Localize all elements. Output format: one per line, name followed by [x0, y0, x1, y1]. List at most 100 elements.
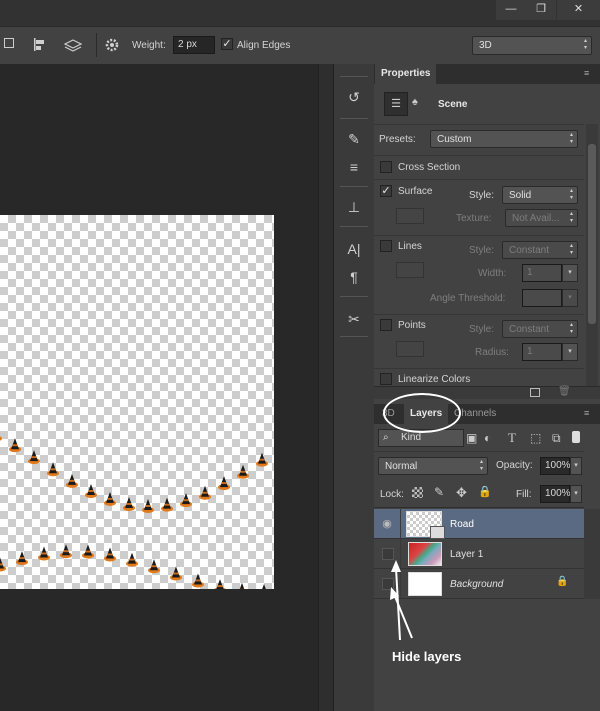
document-scrollbar[interactable]: [318, 64, 333, 711]
traffic-cone: [256, 452, 268, 467]
weight-input[interactable]: 2 px: [173, 36, 215, 54]
filter-smart-object-icon[interactable]: ⧉: [552, 431, 561, 446]
properties-scrollbar[interactable]: [586, 124, 598, 386]
tab-properties[interactable]: Properties: [375, 64, 437, 84]
traffic-cone: [38, 546, 50, 561]
lock-all-icon[interactable]: 🔒: [478, 485, 492, 498]
traffic-cone: [218, 476, 230, 491]
close-icon: ✕: [573, 3, 584, 15]
traffic-cone: [104, 491, 116, 506]
cross-section-checkbox[interactable]: [380, 161, 392, 173]
smart-object-icon: [430, 526, 445, 539]
align-edges-checkbox[interactable]: ✓: [221, 38, 233, 50]
texture-label: Texture:: [456, 213, 492, 224]
layers-scrollbar[interactable]: [584, 509, 600, 599]
traffic-cone: [104, 547, 116, 562]
lock-position-icon[interactable]: ✥: [456, 485, 467, 501]
traffic-cone: [161, 497, 173, 512]
layer-name[interactable]: Background: [450, 579, 503, 590]
path-operations-icon[interactable]: [4, 38, 14, 48]
divider: [374, 178, 584, 180]
surface-color-swatch[interactable]: [396, 208, 424, 224]
traffic-cone: [148, 559, 160, 574]
scrollbar-thumb[interactable]: [588, 144, 596, 324]
points-style-select: Constant: [502, 320, 578, 338]
scene-icon[interactable]: ☰: [384, 92, 408, 116]
lines-style-select: Constant: [502, 241, 578, 259]
radius-dropdown-icon: ▾: [562, 343, 578, 361]
fill-label: Fill:: [516, 489, 532, 500]
opacity-input[interactable]: 100%: [540, 457, 571, 475]
filter-type-icon[interactable]: T: [508, 430, 516, 446]
lines-style-label: Style:: [469, 245, 495, 256]
traffic-cone: [85, 483, 97, 498]
restore-button[interactable]: ❐: [526, 0, 556, 20]
paragraph-icon[interactable]: ¶: [342, 266, 366, 288]
traffic-cone: [237, 464, 249, 479]
strip-divider: [340, 118, 368, 119]
tools-icon[interactable]: ✂: [342, 308, 366, 330]
surface-label: Surface: [398, 186, 433, 197]
align-edges-label: Align Edges: [237, 40, 291, 51]
traffic-cone: [262, 583, 266, 589]
panel-menu-icon[interactable]: ≡: [584, 68, 589, 78]
properties-panel: Properties ≡ ☰ ♠ Scene Presets: Custom C…: [374, 64, 600, 400]
path-alignment-icon[interactable]: [32, 37, 50, 53]
brush-presets-icon[interactable]: ✎: [342, 128, 366, 150]
lock-transparent-icon[interactable]: [412, 487, 423, 498]
points-checkbox[interactable]: [380, 319, 392, 331]
layer-row-road[interactable]: ◉ Road: [374, 509, 584, 539]
filter-shape-icon[interactable]: ⬚: [530, 431, 541, 445]
texture-select: Not Avail...: [505, 209, 578, 227]
divider: [374, 451, 584, 452]
traffic-cone: [239, 582, 245, 589]
points-radius-input: 1: [522, 343, 562, 361]
minimize-button[interactable]: —: [496, 0, 526, 20]
fill-input[interactable]: 100%: [540, 485, 571, 503]
surface-checkbox[interactable]: ✓: [380, 185, 392, 197]
filter-pixel-icon[interactable]: ▣: [466, 431, 477, 445]
linearize-checkbox[interactable]: [380, 373, 392, 385]
filter-adjustment-icon[interactable]: ◐: [484, 431, 491, 445]
lines-checkbox[interactable]: [380, 240, 392, 252]
character-icon[interactable]: A|: [342, 238, 366, 260]
light-icon[interactable]: ♠: [412, 96, 418, 108]
restore-icon: ❐: [536, 3, 546, 15]
strip-divider: [340, 336, 368, 337]
history-icon[interactable]: ↺: [342, 86, 366, 108]
traffic-cone: [142, 498, 154, 513]
filter-kind: Kind: [401, 432, 422, 443]
lines-width-label: Width:: [478, 268, 507, 279]
presets-select[interactable]: Custom: [430, 130, 578, 148]
lock-pixels-icon[interactable]: ✎: [434, 485, 444, 499]
layer-name[interactable]: Layer 1: [450, 549, 483, 560]
gear-icon[interactable]: [104, 37, 124, 53]
scene-label: Scene: [438, 99, 468, 110]
weight-label: Weight:: [132, 40, 166, 51]
filter-toggle-icon[interactable]: [572, 431, 580, 443]
options-bar: Weight: 2 px ✓ Align Edges 3D: [0, 26, 600, 66]
title-bar: — ❐ ✕: [0, 0, 600, 26]
eye-icon[interactable]: ◉: [380, 517, 394, 531]
layer-row-scroll: [575, 509, 584, 538]
surface-style-select[interactable]: Solid: [502, 186, 578, 204]
render-icon[interactable]: [530, 388, 540, 397]
blend-mode-select[interactable]: Normal: [378, 457, 488, 475]
traffic-cone: [126, 552, 138, 567]
adjust-icon[interactable]: ≡: [342, 156, 366, 178]
strip-divider: [340, 226, 368, 227]
workspace-select[interactable]: 3D: [472, 36, 592, 55]
minimize-icon: —: [505, 3, 517, 15]
divider: [96, 33, 97, 57]
panel-menu-icon[interactable]: ≡: [584, 408, 589, 418]
arrow-head: [391, 560, 401, 572]
visibility-toggle[interactable]: [382, 548, 394, 560]
path-arrangement-icon[interactable]: [62, 36, 84, 54]
close-button[interactable]: ✕: [557, 0, 600, 20]
layer-name[interactable]: Road: [450, 519, 474, 530]
opacity-dropdown-icon[interactable]: ▾: [570, 457, 582, 475]
clone-source-icon[interactable]: ⊥: [342, 196, 366, 218]
fill-dropdown-icon[interactable]: ▾: [570, 485, 582, 503]
canvas[interactable]: [0, 215, 274, 589]
strip-divider: [340, 296, 368, 297]
